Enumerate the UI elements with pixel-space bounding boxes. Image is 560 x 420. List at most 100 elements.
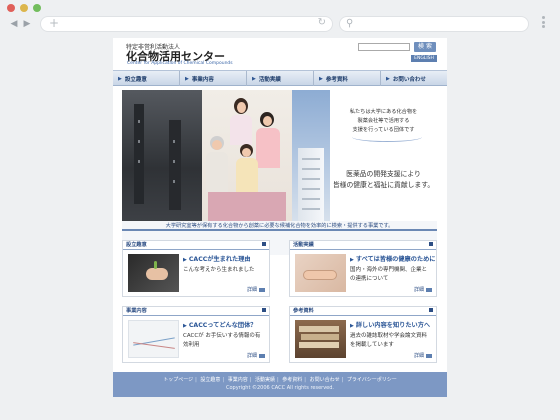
- more-label: 詳細: [413, 287, 424, 293]
- menu-icon[interactable]: [542, 16, 546, 28]
- handshake-thumbnail: [295, 254, 346, 292]
- maximize-window-button[interactable]: [33, 4, 41, 12]
- card-description: CACCが お手伝いする情報の有効利用: [183, 333, 261, 348]
- search-icon: ⚲: [346, 18, 354, 29]
- more-arrow-icon: [426, 287, 432, 292]
- card-more-link[interactable]: 詳細: [247, 352, 265, 359]
- card-references[interactable]: 参考資料 ▶ 詳しい内容を知りたい方へ 過去の雑誌取材や学会論文資料を掲載していま…: [289, 306, 437, 363]
- more-label: 詳細: [413, 353, 424, 359]
- nav-label: 設立趣意: [124, 76, 147, 83]
- nav-item-references[interactable]: ▶ 参考資料: [314, 71, 381, 86]
- back-arrow-icon[interactable]: ◀: [9, 18, 19, 30]
- card-title-text: CACCが生まれた理由: [188, 256, 251, 263]
- title-bar: [0, 0, 560, 14]
- card-title-text: CACCってどんな団体？: [188, 322, 257, 329]
- card-description: 国内・海外の専門機関、企業との連携について: [350, 267, 428, 282]
- hand-seedling-thumbnail: [128, 254, 179, 292]
- arrow-icon: ▶: [118, 75, 122, 82]
- address-bar[interactable]: + ↻: [40, 16, 333, 32]
- arrow-icon: ▶: [183, 257, 187, 263]
- close-window-button[interactable]: [7, 4, 15, 12]
- footer-link-contact[interactable]: お問い合わせ: [310, 377, 340, 383]
- more-arrow-icon: [259, 353, 265, 358]
- card-title[interactable]: ▶ CACCが生まれた理由: [183, 254, 251, 263]
- footer-links: トップページ | 設立趣意 | 事業内容 | 活動実績 | 参考資料 | お問い合わせ | …: [163, 377, 397, 383]
- hero-banner: 私たちは大学にある化合物を 製薬会社等で活用する 支援を行っている団体です 医薬…: [122, 90, 437, 255]
- footer-link-business[interactable]: 事業内容: [228, 377, 248, 383]
- arrow-icon: ▶: [386, 75, 390, 82]
- family-photo: [202, 90, 292, 221]
- more-arrow-icon: [426, 353, 432, 358]
- data-chart-thumbnail: [128, 320, 179, 358]
- card-header: 設立趣意: [123, 241, 269, 250]
- nav-label: 活動実績: [258, 76, 281, 83]
- reload-icon[interactable]: ↻: [318, 17, 326, 28]
- more-label: 詳細: [246, 287, 257, 293]
- hero-caption: 大学研究室等が保有する化合物から創薬に必要な候補化合物を効率的に検索・提供する事…: [122, 221, 437, 231]
- card-results[interactable]: 活動実績 ▶ すべては皆様の健康のために 国内・海外の専門機関、企業との連携につい…: [289, 240, 437, 297]
- footer-link-references[interactable]: 参考資料: [282, 377, 302, 383]
- card-header: 参考資料: [290, 307, 436, 316]
- card-title[interactable]: ▶ CACCってどんな団体？: [183, 320, 256, 329]
- nav-item-business[interactable]: ▶ 事業内容: [180, 71, 247, 86]
- arrow-icon: ▶: [252, 75, 256, 82]
- decorative-swoosh: [352, 132, 422, 142]
- hero-line: 皆様の健康と福祉に貢献します。: [332, 181, 435, 189]
- card-business[interactable]: 事業内容 ▶ CACCってどんな団体？ CACCが お手伝いする情報の有効利用 詳…: [122, 306, 270, 363]
- hero-line: 製薬会社等で活用する: [357, 118, 410, 124]
- english-button[interactable]: ENGLISH: [411, 55, 437, 62]
- corner-icon: [262, 308, 266, 312]
- card-more-link[interactable]: 詳細: [414, 352, 432, 359]
- card-category: 参考資料: [293, 308, 314, 314]
- hero-message: 私たちは大学にある化合物を 製薬会社等で活用する 支援を行っている団体です 医薬…: [330, 90, 437, 221]
- arrow-icon: ▶: [183, 323, 187, 329]
- card-title[interactable]: ▶ 詳しい内容を知りたい方へ: [350, 320, 430, 329]
- arrow-icon: ▶: [350, 323, 354, 329]
- new-tab-plus-icon[interactable]: +: [49, 16, 59, 30]
- nav-item-purpose[interactable]: ▶ 設立趣意: [113, 71, 180, 86]
- building-photo: [292, 90, 330, 221]
- site-search-input[interactable]: [358, 43, 410, 51]
- card-purpose[interactable]: 設立趣意 ▶ CACCが生まれた理由 こんな考えから生まれました 詳細: [122, 240, 270, 297]
- corner-icon: [262, 242, 266, 246]
- footer-link-privacy[interactable]: プライバシーポリシー: [347, 377, 397, 383]
- hero-line: 医薬品の開発支援により: [346, 170, 421, 178]
- footer-link-results[interactable]: 活動実績: [255, 377, 275, 383]
- books-thumbnail: [295, 320, 346, 358]
- card-title-text: 詳しい内容を知りたい方へ: [355, 322, 431, 329]
- site-search-button[interactable]: 検 索: [414, 42, 436, 52]
- global-navigation: ▶ 設立趣意 ▶ 事業内容 ▶ 活動実績 ▶ 参考資料 ▶ お問い合わせ: [113, 70, 447, 86]
- hero-line: 私たちは大学にある化合物を: [349, 109, 418, 115]
- nav-item-results[interactable]: ▶ 活動実績: [247, 71, 314, 86]
- more-arrow-icon: [259, 287, 265, 292]
- card-more-link[interactable]: 詳細: [247, 286, 265, 293]
- card-more-link[interactable]: 詳細: [414, 286, 432, 293]
- site-header: 特定非営利活動法人 化合物活用センター Center for Applicati…: [113, 38, 447, 70]
- nav-label: お問い合わせ: [392, 76, 426, 83]
- corner-icon: [429, 308, 433, 312]
- site-footer: トップページ | 設立趣意 | 事業内容 | 活動実績 | 参考資料 | お問い合わせ | …: [113, 372, 447, 397]
- card-description: 過去の雑誌取材や学会論文資料を掲載しています: [350, 333, 428, 348]
- copyright: Copyright ©2006 CACC All rights reserved…: [225, 385, 335, 391]
- footer-link-top[interactable]: トップページ: [163, 377, 193, 383]
- corner-icon: [429, 242, 433, 246]
- card-title-text: すべては皆様の健康のために: [355, 256, 436, 263]
- card-title[interactable]: ▶ すべては皆様の健康のために: [350, 254, 436, 263]
- website-page: 特定非営利活動法人 化合物活用センター Center for Applicati…: [113, 38, 447, 397]
- card-category: 活動実績: [293, 242, 314, 248]
- browser-search-field[interactable]: ⚲: [339, 16, 529, 32]
- more-label: 詳細: [246, 353, 257, 359]
- card-header: 活動実績: [290, 241, 436, 250]
- card-category: 事業内容: [126, 308, 147, 314]
- nav-label: 参考資料: [325, 76, 348, 83]
- org-english-name: Center for Application of Chemical Compo…: [127, 61, 233, 66]
- arrow-icon: ▶: [185, 75, 189, 82]
- footer-link-purpose[interactable]: 設立趣意: [200, 377, 220, 383]
- nav-item-contact[interactable]: ▶ お問い合わせ: [381, 71, 447, 86]
- browser-window: ◀ ▶ + ↻ ⚲ 特定非営利活動法人 化合物活用センター Center for…: [0, 0, 560, 420]
- arrow-icon: ▶: [319, 75, 323, 82]
- card-header: 事業内容: [123, 307, 269, 316]
- forward-arrow-icon[interactable]: ▶: [22, 18, 32, 30]
- minimize-window-button[interactable]: [20, 4, 28, 12]
- nav-label: 事業内容: [191, 76, 214, 83]
